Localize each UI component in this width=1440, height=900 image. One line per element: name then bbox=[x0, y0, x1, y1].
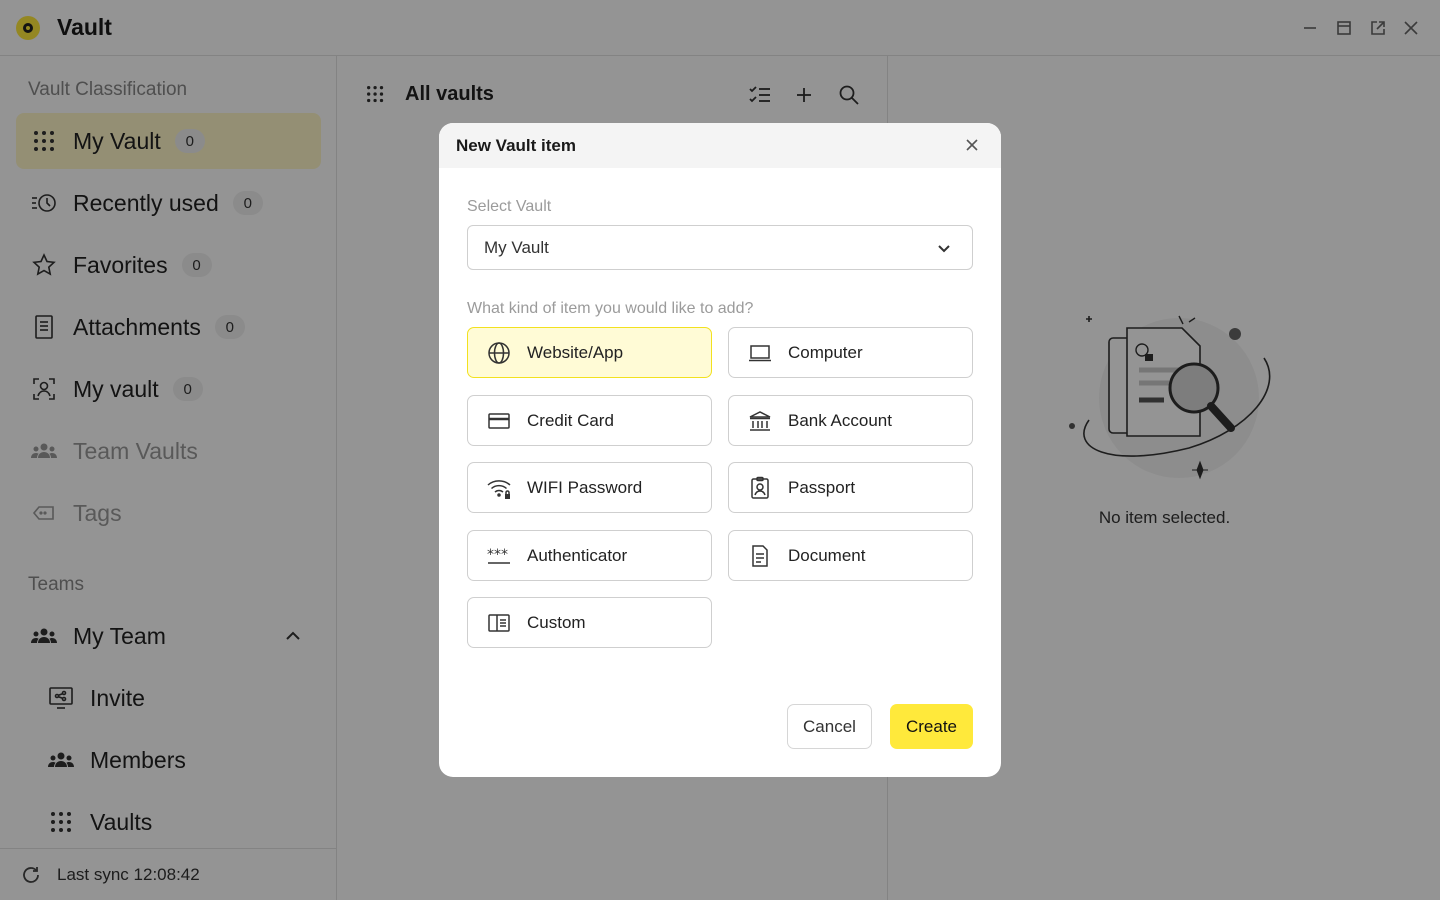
cancel-button[interactable]: Cancel bbox=[787, 704, 872, 749]
type-website-app-button[interactable]: Website/App bbox=[467, 327, 712, 378]
new-vault-item-dialog: New Vault item Select Vault My Vault Wha… bbox=[439, 123, 1001, 777]
type-label: Computer bbox=[788, 342, 863, 362]
type-label: Document bbox=[788, 545, 866, 565]
type-passport-button[interactable]: Passport bbox=[728, 462, 973, 513]
wifi-lock-icon bbox=[486, 475, 512, 501]
select-vault-label: Select Vault bbox=[467, 198, 552, 215]
type-label: Custom bbox=[527, 612, 586, 632]
type-custom-button[interactable]: Custom bbox=[467, 597, 712, 648]
laptop-icon bbox=[747, 340, 773, 366]
type-computer-button[interactable]: Computer bbox=[728, 327, 973, 378]
vault-select[interactable]: My Vault bbox=[467, 225, 973, 270]
custom-icon bbox=[486, 610, 512, 636]
type-credit-card-button[interactable]: Credit Card bbox=[467, 395, 712, 446]
type-document-button[interactable]: Document bbox=[728, 530, 973, 581]
passport-icon bbox=[747, 475, 773, 501]
globe-icon bbox=[486, 340, 512, 366]
type-wifi-password-button[interactable]: WIFI Password bbox=[467, 462, 712, 513]
document-icon bbox=[747, 543, 773, 569]
create-button[interactable]: Create bbox=[890, 704, 973, 749]
credit-card-icon bbox=[486, 408, 512, 434]
type-label: Passport bbox=[788, 477, 856, 497]
type-label: Credit Card bbox=[527, 410, 614, 430]
close-icon[interactable] bbox=[963, 136, 981, 154]
type-label: Website/App bbox=[527, 342, 624, 362]
item-kind-label: What kind of item you would like to add? bbox=[467, 300, 754, 317]
svg-text:***: *** bbox=[487, 547, 508, 563]
type-label: WIFI Password bbox=[527, 477, 643, 497]
password-dots-icon: *** bbox=[486, 543, 512, 569]
type-authenticator-button[interactable]: *** Authenticator bbox=[467, 530, 712, 581]
bank-icon bbox=[747, 408, 773, 434]
vault-select-value: My Vault bbox=[484, 237, 549, 257]
chevron-down-icon bbox=[938, 245, 950, 253]
type-label: Authenticator bbox=[527, 545, 628, 565]
dialog-title: New Vault item bbox=[456, 135, 576, 155]
type-label: Bank Account bbox=[788, 410, 892, 430]
dialog-header: New Vault item bbox=[439, 123, 1001, 168]
type-bank-account-button[interactable]: Bank Account bbox=[728, 395, 973, 446]
